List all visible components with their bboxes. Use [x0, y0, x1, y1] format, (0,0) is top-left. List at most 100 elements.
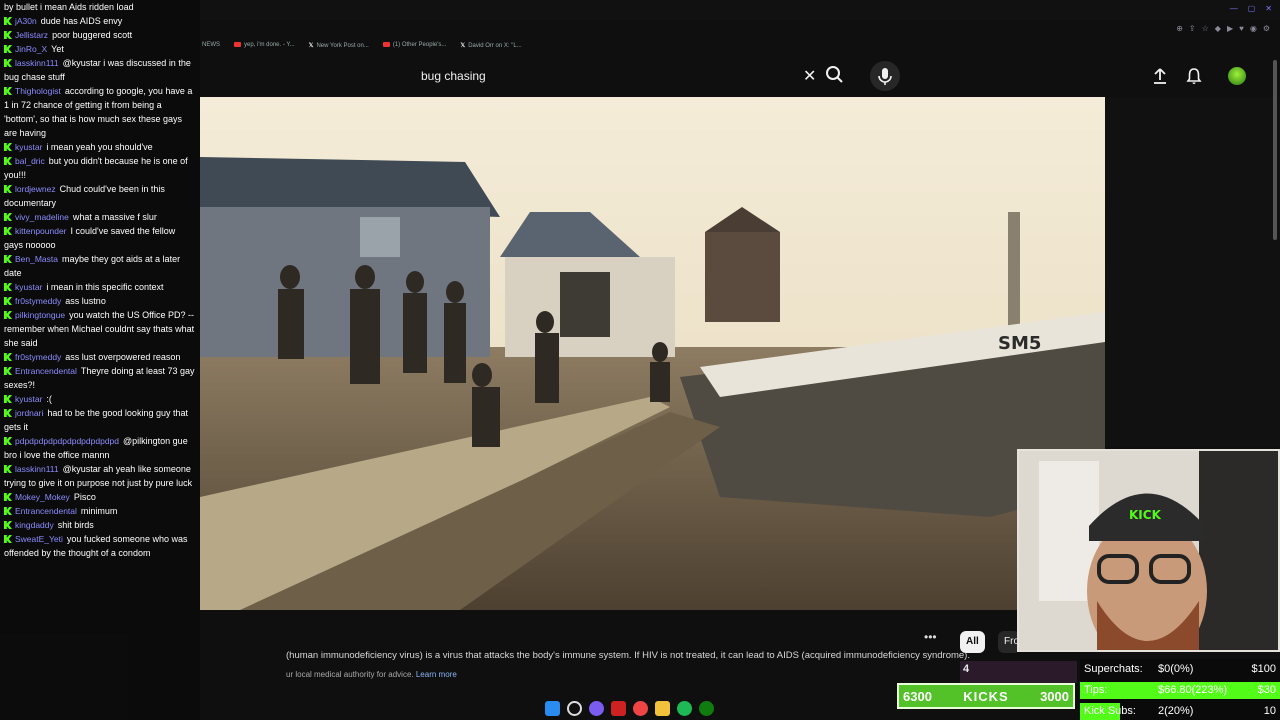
- search-input[interactable]: bug chasing ✕: [412, 60, 857, 92]
- folder-icon[interactable]: [655, 700, 670, 716]
- svg-text:SM5: SM5: [998, 333, 1041, 354]
- chat-username[interactable]: Jellistarz: [15, 30, 48, 40]
- kick-badge-icon: [4, 493, 12, 501]
- chat-username[interactable]: jordnari: [15, 408, 43, 418]
- goal-value: 2(20%): [1158, 705, 1194, 717]
- chat-username[interactable]: lasskinn111: [15, 464, 59, 474]
- chat-text: minimum: [80, 506, 118, 516]
- chat-username[interactable]: SweatE_Yeti: [15, 534, 63, 544]
- bookmark-item[interactable]: (1) Other People's...: [382, 41, 446, 48]
- bookmark-item[interactable]: 𝕏 David Orr on X: "L...: [460, 42, 521, 49]
- youtube-icon: [382, 41, 390, 47]
- kick-badge-icon: [4, 311, 12, 319]
- chat-username[interactable]: pilkingtongue: [15, 310, 65, 320]
- chat-message: lordjewnez Chud could've been in this doc…: [0, 182, 200, 210]
- chat-username[interactable]: lordjewnez: [15, 184, 56, 194]
- chat-message: Jellistarz poor buggered scott: [0, 28, 200, 42]
- chat-username[interactable]: Mokey_Mokey: [15, 492, 70, 502]
- maximize-icon[interactable]: ▢: [1248, 4, 1256, 13]
- upload-icon: [1154, 68, 1166, 84]
- share-icon[interactable]: ⇪: [1189, 24, 1196, 33]
- chat-overlay: by bullet i mean Aids ridden load jA30n du…: [0, 0, 200, 720]
- search-button[interactable]: [820, 60, 850, 90]
- discord-icon[interactable]: [589, 700, 604, 716]
- kick-badge-icon: [4, 367, 12, 375]
- kick-badge-icon: [4, 45, 12, 53]
- bookmark-item[interactable]: yep, i'm done. - Y...: [234, 41, 295, 48]
- chat-text: ass lustno: [65, 296, 106, 306]
- chat-username[interactable]: pdpdpdpdpdpdpdpdpdpdpd: [15, 436, 119, 446]
- learn-more-link[interactable]: Learn more: [416, 670, 457, 679]
- chat-username[interactable]: jA30n: [15, 16, 37, 26]
- chat-text: :(: [46, 394, 52, 404]
- kick-badge-icon: [4, 353, 12, 361]
- notifications-button[interactable]: [1184, 66, 1204, 86]
- extension-icon[interactable]: ▶: [1227, 24, 1233, 33]
- page-scrollbar[interactable]: [1273, 60, 1277, 240]
- chat-message: JinRo_X Yet: [0, 42, 200, 56]
- chat-username[interactable]: Entrancendental: [15, 366, 77, 376]
- voice-search-button[interactable]: [870, 61, 900, 91]
- kick-badge-icon: [4, 283, 12, 291]
- kick-badge-icon: [4, 59, 12, 67]
- chat-username[interactable]: JinRo_X: [15, 44, 47, 54]
- chat-message: Thighologist according to google, you hav…: [0, 84, 200, 140]
- goal-label: Tips:: [1084, 684, 1108, 696]
- kick-badge-icon: [4, 507, 12, 515]
- create-button[interactable]: [1150, 66, 1170, 86]
- app-icon[interactable]: [611, 700, 626, 716]
- extension-icon[interactable]: ◉: [1250, 24, 1257, 33]
- chat-username[interactable]: kyustar: [15, 142, 42, 152]
- chat-message: kyustar :(: [0, 392, 200, 406]
- extension-icon[interactable]: ♥: [1239, 24, 1244, 33]
- chrome-icon[interactable]: [633, 700, 648, 716]
- bell-icon: [1186, 68, 1202, 84]
- chat-username[interactable]: kingdaddy: [15, 520, 54, 530]
- extension-icon[interactable]: ◆: [1215, 24, 1221, 33]
- kick-badge-icon: [4, 185, 12, 193]
- chat-username[interactable]: kyustar: [15, 282, 42, 292]
- chat-text: Pisco: [73, 492, 96, 502]
- kick-badge-icon: [4, 465, 12, 473]
- chat-username[interactable]: Ben_Masta: [15, 254, 58, 264]
- chat-username[interactable]: kyustar: [15, 394, 42, 404]
- goals-panel: Superchats: $0(0%) $100 Tips: $66.80(223%) $3…: [1080, 659, 1280, 720]
- goal-row: Tips: $66.80(223%) $30: [1080, 682, 1280, 699]
- spotify-icon[interactable]: [677, 700, 692, 716]
- chat-username[interactable]: kittenpounder: [15, 226, 67, 236]
- avatar[interactable]: [1228, 67, 1246, 85]
- search-icon[interactable]: [567, 700, 582, 716]
- more-options-button[interactable]: •••: [924, 630, 937, 644]
- close-icon[interactable]: ✕: [1265, 4, 1272, 13]
- kick-badge-icon: [4, 437, 12, 445]
- chat-message: bal_dric but you didn't because he is one…: [0, 154, 200, 182]
- chat-message: fr0stymeddy ass lustno: [0, 294, 200, 308]
- extension-icon[interactable]: ⚙: [1263, 24, 1270, 33]
- x-logo-icon: 𝕏: [308, 42, 314, 49]
- chat-username[interactable]: bal_dric: [15, 156, 45, 166]
- video-player[interactable]: SM5: [200, 97, 1105, 610]
- chat-username[interactable]: lasskinn111: [15, 58, 59, 68]
- chat-text: poor buggered scott: [52, 30, 133, 40]
- goal-target: $100: [1251, 663, 1276, 675]
- chat-username[interactable]: fr0stymeddy: [15, 296, 61, 306]
- bookmark-icon[interactable]: ☆: [1202, 24, 1209, 33]
- bookmark-item[interactable]: 𝕏 New York Post on...: [309, 42, 369, 49]
- chat-text: Yet: [51, 44, 64, 54]
- chat-username[interactable]: Thighologist: [15, 86, 61, 96]
- clear-search-icon[interactable]: ✕: [803, 66, 816, 86]
- kick-badge-icon: [4, 157, 12, 165]
- zoom-icon[interactable]: ⊕: [1176, 24, 1183, 33]
- kick-badge-icon: [4, 395, 12, 403]
- kicks-goal-bar: 6300 KICKS 3000: [897, 683, 1075, 709]
- chat-username[interactable]: fr0stymeddy: [15, 352, 61, 362]
- minimize-icon[interactable]: —: [1230, 4, 1238, 13]
- chat-username[interactable]: Entrancendental: [15, 506, 77, 516]
- goal-row: Kick Subs: 2(20%) 10: [1080, 703, 1280, 720]
- kick-badge-icon: [4, 409, 12, 417]
- bookmark-item[interactable]: NEWS: [202, 42, 220, 48]
- chat-message: Entrancendental minimum: [0, 504, 200, 518]
- chat-username[interactable]: vivy_madeline: [15, 212, 69, 222]
- windows-start-icon[interactable]: [545, 700, 560, 716]
- xbox-icon[interactable]: [699, 700, 714, 716]
